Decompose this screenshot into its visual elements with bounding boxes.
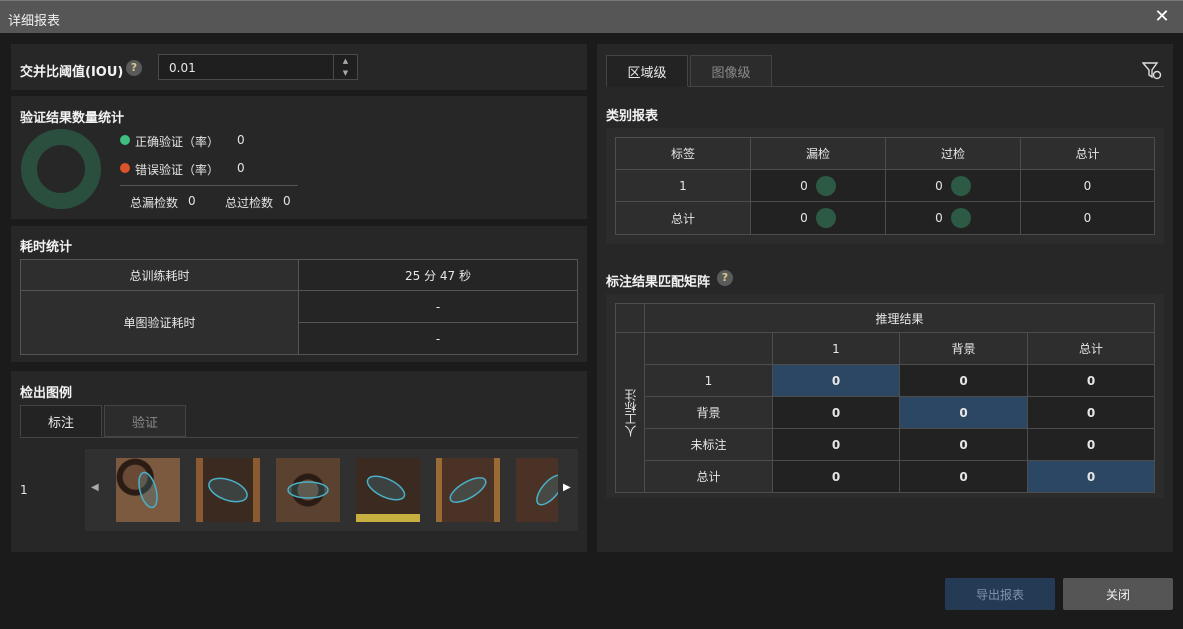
close-button[interactable]: 关闭: [1063, 578, 1173, 610]
example-row-label: 1: [20, 483, 28, 497]
category-row-label: 总计: [615, 201, 751, 235]
matrix-row-label: 1: [644, 364, 773, 397]
donut-ring: [21, 129, 101, 209]
category-row-miss: 0: [750, 201, 886, 235]
thumbnail-image[interactable]: [116, 458, 180, 522]
single-time-value-2: -: [298, 322, 578, 355]
matrix-row-label: 总计: [644, 460, 773, 493]
matrix-cell: 0: [1027, 428, 1155, 461]
annotation-outline: [449, 477, 487, 503]
matrix-cell: 0: [772, 396, 900, 429]
iou-value[interactable]: 0.01: [169, 61, 196, 75]
matrix-title: 标注结果匹配矩阵: [606, 275, 711, 290]
matrix-cell: 0: [899, 428, 1028, 461]
total-miss-label: 总漏检数: [130, 196, 179, 210]
category-row-over: 0: [885, 169, 1021, 202]
help-icon[interactable]: ?: [717, 270, 733, 286]
total-miss-value: 0: [188, 194, 196, 208]
wrong-legend-dot: [120, 163, 130, 173]
tab-validation[interactable]: 验证: [104, 405, 186, 437]
matrix-top-header: 推理结果: [644, 303, 1155, 333]
total-over-label: 总过检数: [225, 196, 274, 210]
status-dot: [950, 175, 971, 196]
annotation-outline: [138, 471, 158, 509]
annotation-outline: [536, 474, 558, 506]
chevron-down-icon[interactable]: ▼: [334, 67, 357, 79]
iou-spinbox[interactable]: 0.01 ▲ ▼: [158, 54, 358, 80]
wrong-label: 错误验证（率）: [135, 163, 220, 177]
tab-annotation[interactable]: 标注: [20, 405, 102, 437]
single-time-label: 单图验证耗时: [20, 290, 299, 355]
status-dot: [815, 175, 836, 196]
correct-label: 正确验证（率）: [135, 135, 220, 149]
matrix-col-header: 总计: [1027, 332, 1155, 365]
help-icon[interactable]: ?: [126, 60, 142, 76]
category-header-over: 过检: [885, 137, 1021, 170]
category-header-label: 标签: [615, 137, 751, 170]
annotation-outline: [287, 481, 329, 499]
category-report-title: 类别报表: [606, 109, 659, 124]
annotation-outline: [366, 475, 406, 501]
matrix-row-label: 背景: [644, 396, 773, 429]
matrix-row-label: 未标注: [644, 428, 773, 461]
category-row-label: 1: [615, 169, 751, 202]
train-time-value: 25 分 47 秒: [298, 259, 578, 291]
matrix-cell: 0: [899, 364, 1028, 397]
thumbnail-image[interactable]: [436, 458, 500, 522]
status-dot: [815, 208, 836, 228]
category-header-total: 总计: [1020, 137, 1155, 170]
iou-label: 交并比阈值(IOU): [20, 65, 124, 80]
matrix-cell: 0: [1027, 460, 1155, 493]
examples-title: 检出图例: [20, 386, 73, 401]
correct-value: 0: [237, 133, 245, 147]
matrix-cell: 0: [772, 364, 900, 397]
stats-divider: [120, 185, 298, 186]
thumbnail-image[interactable]: [356, 458, 420, 522]
matrix-cell: 0: [1027, 364, 1155, 397]
matrix-col-corner: [644, 332, 773, 365]
annotation-outline: [208, 477, 248, 503]
filter-icon[interactable]: [1142, 62, 1162, 80]
close-icon[interactable]: ✕: [1151, 6, 1173, 28]
chevron-right-icon[interactable]: ▶: [563, 482, 571, 493]
matrix-cell: 0: [899, 460, 1028, 493]
train-time-label: 总训练耗时: [20, 259, 299, 291]
thumbnail-image[interactable]: [196, 458, 260, 522]
matrix-col-header: 背景: [899, 332, 1028, 365]
matrix-cell: 0: [1027, 396, 1155, 429]
donut-chart: [21, 129, 101, 209]
category-row-total: 0: [1020, 169, 1155, 202]
export-report-button[interactable]: 导出报表: [945, 578, 1055, 610]
stats-title: 验证结果数量统计: [20, 111, 125, 126]
matrix-corner: [615, 303, 645, 333]
matrix-col-header: 1: [772, 332, 900, 365]
correct-legend-dot: [120, 135, 130, 145]
chevron-left-icon[interactable]: ◀: [91, 482, 99, 493]
matrix-cell: 0: [899, 396, 1028, 429]
tab-image-level[interactable]: 图像级: [690, 55, 772, 87]
thumbnail-image[interactable]: [276, 458, 340, 522]
matrix-cell: 0: [772, 460, 900, 493]
thumbnail-image[interactable]: [516, 458, 558, 522]
status-dot: [950, 208, 971, 228]
spin-arrows[interactable]: ▲ ▼: [333, 55, 357, 79]
chevron-up-icon[interactable]: ▲: [334, 55, 357, 67]
matrix-cell: 0: [772, 428, 900, 461]
window-titlebar: 详细报表 ✕: [0, 0, 1183, 33]
category-row-over: 0: [885, 201, 1021, 235]
tab-region-level[interactable]: 区域级: [606, 55, 688, 87]
window-title: 详细报表: [8, 14, 61, 29]
matrix-side-header: 人工标注: [615, 332, 645, 493]
category-row-miss: 0: [750, 169, 886, 202]
thumbnail-strip: ◀ ▶: [85, 449, 578, 531]
category-row-total: 0: [1020, 201, 1155, 235]
wrong-value: 0: [237, 161, 245, 175]
examples-tab-line: [20, 437, 578, 438]
time-title: 耗时统计: [20, 240, 73, 255]
category-header-miss: 漏检: [750, 137, 886, 170]
total-over-value: 0: [283, 194, 291, 208]
single-time-value-1: -: [298, 290, 578, 323]
